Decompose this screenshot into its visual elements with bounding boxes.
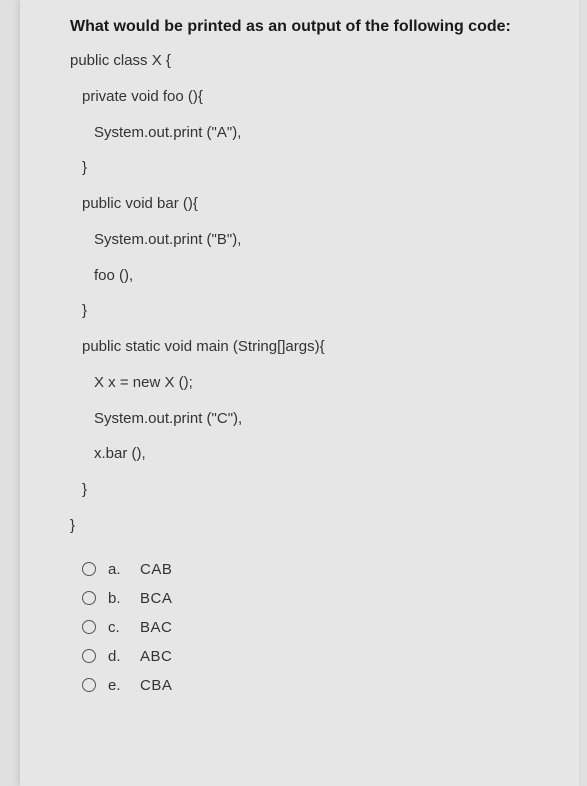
option-letter: a.	[108, 561, 124, 578]
code-line: System.out.print ("B"),	[70, 229, 549, 251]
option-letter: c.	[108, 619, 124, 636]
options-list: a. CAB b. BCA c. BAC d. ABC e. CBA	[70, 561, 549, 694]
radio-icon	[82, 649, 96, 663]
radio-icon	[82, 591, 96, 605]
code-line: x.bar (),	[70, 443, 549, 465]
option-letter: b.	[108, 590, 124, 607]
question-text: What would be printed as an output of th…	[70, 18, 549, 36]
option-a[interactable]: a. CAB	[82, 561, 549, 578]
option-d[interactable]: d. ABC	[82, 648, 549, 665]
option-c[interactable]: c. BAC	[82, 619, 549, 636]
code-line: private void foo (){	[70, 86, 549, 108]
option-text: CAB	[140, 561, 172, 578]
code-line: }	[70, 479, 549, 501]
option-b[interactable]: b. BCA	[82, 590, 549, 607]
code-line: public static void main (String[]args){	[70, 336, 549, 358]
radio-icon	[82, 562, 96, 576]
code-line: public class X {	[70, 50, 549, 72]
option-letter: e.	[108, 677, 124, 694]
code-line: System.out.print ("A"),	[70, 122, 549, 144]
code-line: System.out.print ("C"),	[70, 408, 549, 430]
option-letter: d.	[108, 648, 124, 665]
code-line: }	[70, 300, 549, 322]
option-text: ABC	[140, 648, 172, 665]
option-text: BAC	[140, 619, 172, 636]
radio-icon	[82, 678, 96, 692]
question-page: What would be printed as an output of th…	[20, 0, 579, 786]
option-text: BCA	[140, 590, 172, 607]
option-e[interactable]: e. CBA	[82, 677, 549, 694]
code-line: public void bar (){	[70, 193, 549, 215]
code-line: foo (),	[70, 265, 549, 287]
radio-icon	[82, 620, 96, 634]
code-line: X x = new X ();	[70, 372, 549, 394]
code-line: }	[70, 157, 549, 179]
code-line: }	[70, 515, 549, 537]
option-text: CBA	[140, 677, 172, 694]
